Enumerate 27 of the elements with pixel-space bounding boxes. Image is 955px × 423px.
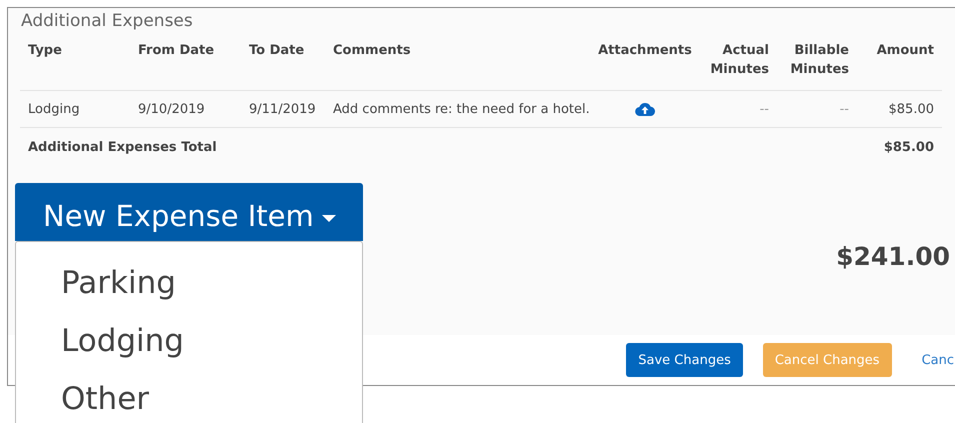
- cancel-link[interactable]: Canc: [912, 343, 954, 377]
- menu-item[interactable]: Parking: [16, 254, 362, 312]
- total-label: Additional Expenses Total: [28, 140, 217, 154]
- table-cell: Add comments re: the need for a hotel.: [333, 102, 590, 116]
- menu-item[interactable]: Other: [16, 370, 362, 423]
- column-header: Billable Minutes: [790, 43, 849, 77]
- cloud-upload-icon[interactable]: [635, 102, 655, 116]
- section-title: Additional Expenses: [20, 11, 194, 31]
- table-cell: 9/10/2019: [138, 102, 205, 116]
- column-header: Actual Minutes: [710, 43, 769, 77]
- table-cell: --: [760, 102, 769, 116]
- column-header: Amount: [876, 43, 934, 58]
- column-header: Attachments: [598, 43, 692, 58]
- grand-total: $241.00: [836, 242, 950, 271]
- column-header: Type: [28, 43, 62, 58]
- new-expense-dropdown-button[interactable]: New Expense Item: [15, 183, 363, 241]
- menu-item[interactable]: Lodging: [16, 312, 362, 370]
- caret-icon: [322, 215, 336, 223]
- column-header: Comments: [333, 43, 411, 58]
- table-cell: Lodging: [28, 102, 80, 116]
- column-header: From Date: [138, 43, 214, 58]
- table-cell: --: [840, 102, 849, 116]
- total-amount: $85.00: [884, 140, 934, 154]
- column-header: To Date: [249, 43, 304, 58]
- table-cell: $85.00: [888, 102, 934, 116]
- action-button[interactable]: Save Changes: [626, 343, 743, 377]
- table-cell: 9/11/2019: [249, 102, 316, 116]
